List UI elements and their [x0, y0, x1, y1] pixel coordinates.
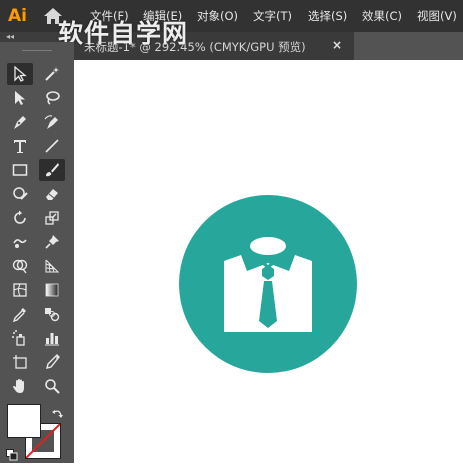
scale-icon[interactable]	[39, 207, 65, 229]
mesh-icon[interactable]	[7, 279, 33, 301]
toolbar-grip[interactable]	[0, 42, 74, 60]
slice-icon[interactable]	[39, 351, 65, 373]
double-chevron-left-icon: ◂◂	[6, 32, 15, 41]
pin-icon[interactable]	[39, 231, 65, 253]
line-icon[interactable]	[39, 135, 65, 157]
lasso-icon[interactable]	[39, 87, 65, 109]
column-graph-icon[interactable]	[39, 327, 65, 349]
brush-icon[interactable]	[39, 159, 65, 181]
eyedropper-icon[interactable]	[7, 303, 33, 325]
gradient-icon[interactable]	[39, 279, 65, 301]
default-fill-stroke-icon[interactable]	[6, 446, 18, 461]
perspective-grid-icon[interactable]	[39, 255, 65, 277]
tools-panel	[0, 42, 74, 463]
type-icon[interactable]	[7, 135, 33, 157]
warp-icon[interactable]	[7, 231, 33, 253]
menu-select[interactable]: 选择(S)	[308, 8, 347, 24]
shape-builder-icon[interactable]	[7, 255, 33, 277]
menu-type[interactable]: 文字(T)	[253, 8, 292, 24]
menu-view[interactable]: 视图(V)	[417, 8, 457, 24]
menu-object[interactable]: 对象(O)	[197, 8, 238, 24]
watermark: 软件自学网	[58, 19, 189, 48]
menu-effect[interactable]: 效果(C)	[362, 8, 402, 24]
artboard-icon[interactable]	[7, 351, 33, 373]
rotate-icon[interactable]	[7, 207, 33, 229]
zoom-icon[interactable]	[39, 375, 65, 397]
close-icon[interactable]: ×	[332, 38, 342, 52]
rectangle-icon[interactable]	[7, 159, 33, 181]
arrow-solid-icon[interactable]	[7, 87, 33, 109]
blend-icon[interactable]	[39, 303, 65, 325]
shirt-tie-icon[interactable]	[179, 195, 357, 373]
fill-swatch[interactable]	[7, 404, 41, 438]
symbol-sprayer-icon[interactable]	[7, 327, 33, 349]
arrow-outline-icon[interactable]	[7, 63, 33, 85]
magic-wand-icon[interactable]	[39, 63, 65, 85]
curvature-pen-icon[interactable]	[39, 111, 65, 133]
app-logo: Ai	[8, 6, 27, 26]
eraser-icon[interactable]	[39, 183, 65, 205]
hand-icon[interactable]	[7, 375, 33, 397]
swap-fill-stroke-icon[interactable]	[52, 405, 64, 418]
shaper-icon[interactable]	[7, 183, 33, 205]
pen-icon[interactable]	[7, 111, 33, 133]
canvas-area[interactable]	[74, 60, 463, 463]
